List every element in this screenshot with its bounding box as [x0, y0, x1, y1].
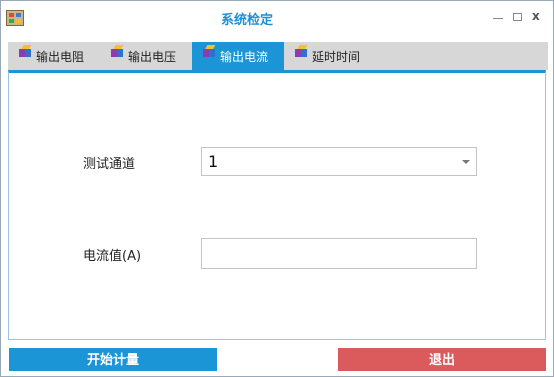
tab-label: 输出电压: [128, 49, 177, 64]
channel-select[interactable]: 1: [201, 147, 477, 176]
cube-icon: [111, 45, 125, 59]
tab-label: 输出电阻: [36, 49, 85, 64]
tab-strip: 输出电阻 输出电压 输出电流 延时时间: [8, 42, 548, 70]
title-bar[interactable]: 系统检定 x: [1, 1, 553, 41]
tab-label: 延时时间: [312, 49, 361, 64]
maximize-button[interactable]: [513, 13, 522, 21]
close-button[interactable]: x: [532, 9, 540, 23]
exit-button[interactable]: 退出: [338, 348, 546, 371]
channel-select-value: 1: [208, 152, 219, 171]
cube-icon: [203, 45, 217, 59]
tab-output-current[interactable]: 输出电流: [192, 42, 284, 70]
minimize-button[interactable]: [493, 18, 503, 19]
current-label: 电流值(A): [83, 249, 142, 264]
tab-output-resistance[interactable]: 输出电阻: [8, 42, 100, 70]
channel-label: 测试通道: [83, 157, 136, 172]
cube-icon: [295, 45, 309, 59]
tab-panel-output-current: 测试通道 1 电流值(A): [8, 70, 546, 340]
window-title: 系统检定: [220, 13, 273, 28]
tab-label: 输出电流: [220, 49, 269, 64]
tab-delay-time[interactable]: 延时时间: [284, 42, 376, 70]
main-window: 系统检定 x 输出电阻 输出电压 输出电流 延时时间 测试通道 1 电流值(A): [0, 0, 554, 377]
cube-icon: [19, 45, 33, 59]
current-value-input[interactable]: [201, 238, 477, 269]
chevron-down-icon[interactable]: [462, 160, 470, 164]
start-measure-button[interactable]: 开始计量: [9, 348, 217, 371]
tab-output-voltage[interactable]: 输出电压: [100, 42, 192, 70]
